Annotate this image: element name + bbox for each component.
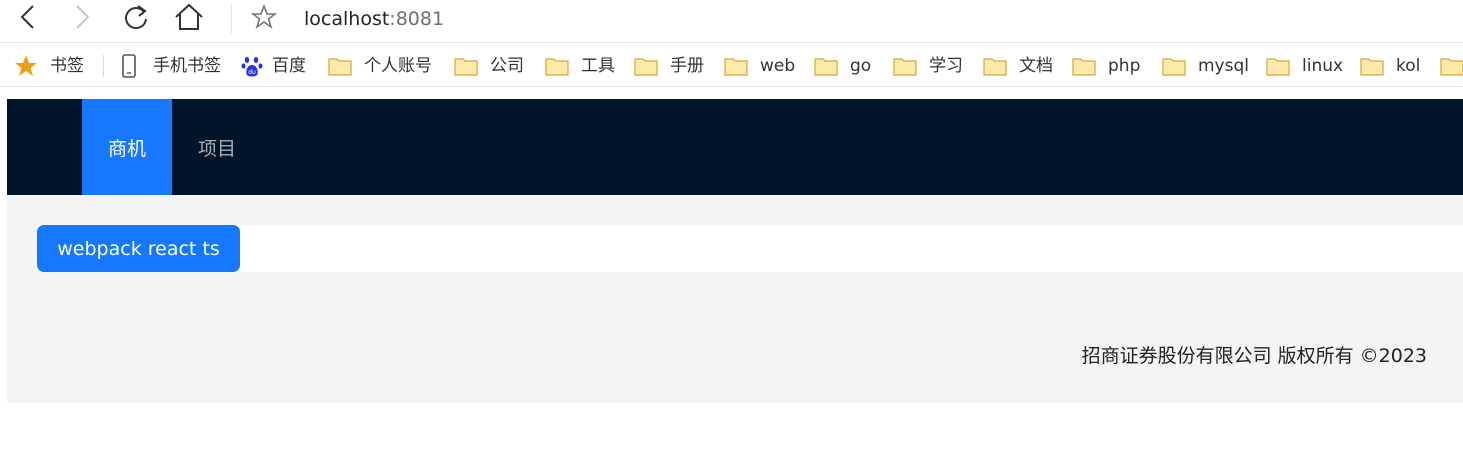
app-header: 商机 项目 xyxy=(7,99,1463,195)
bookmark-label: 个人账号 xyxy=(364,55,432,76)
bookmark-label: linux xyxy=(1302,55,1344,76)
bookmark-label: 手机书签 xyxy=(153,55,221,76)
tab-strip: webpack react ts xyxy=(37,225,1463,272)
bookmark-label: mysql xyxy=(1198,55,1249,76)
url-port: :8081 xyxy=(389,8,445,30)
folder-icon xyxy=(724,55,748,77)
copyright-footer: 招商证券股份有限公司 版权所有 ©2023 xyxy=(1081,345,1427,367)
reload-button[interactable] xyxy=(121,2,151,32)
folder-icon xyxy=(1072,55,1096,77)
bookmark-label: 学习 xyxy=(929,55,963,76)
bookmark-label: 文档 xyxy=(1019,55,1053,76)
folder-icon xyxy=(328,55,352,77)
url-host: localhost xyxy=(304,8,390,30)
back-button[interactable] xyxy=(13,2,43,32)
bookmark-label: 工具 xyxy=(581,55,615,76)
folder-icon xyxy=(1440,55,1463,77)
bookmarks-bar: 书签 手机书签 du 百度 个人账号 公司 工具 手册 web go 学习 文档… xyxy=(0,42,1463,87)
bookmark-label: 书签 xyxy=(50,55,84,76)
back-icon xyxy=(20,5,34,29)
home-button[interactable] xyxy=(174,2,204,32)
bookmark-folder-go[interactable]: go xyxy=(814,43,871,88)
bookmark-folder-mysql[interactable]: mysql xyxy=(1162,43,1249,88)
baidu-paw-icon: du xyxy=(240,55,264,77)
phone-icon xyxy=(117,53,141,78)
address-bar[interactable]: localhost:8081 xyxy=(304,6,444,32)
bookmark-folder-company[interactable]: 公司 xyxy=(454,43,524,88)
browser-toolbar: localhost:8081 xyxy=(0,0,1463,42)
bookmark-folder-kol[interactable]: kol xyxy=(1360,43,1420,88)
home-icon xyxy=(175,3,203,30)
forward-button[interactable] xyxy=(67,2,97,32)
bookmark-folder-web[interactable]: web xyxy=(724,43,795,88)
folder-icon xyxy=(1266,55,1290,77)
folder-icon xyxy=(545,55,569,77)
bookmark-label: php xyxy=(1108,55,1141,76)
reload-icon xyxy=(125,5,147,30)
bookmark-label: go xyxy=(850,55,872,76)
bookmark-star-button[interactable] xyxy=(249,2,279,32)
nav-label: 项目 xyxy=(197,137,236,160)
folder-icon xyxy=(893,55,917,77)
nav-label: 商机 xyxy=(107,137,146,160)
nav-item-project[interactable]: 项目 xyxy=(172,99,262,195)
bookmark-label: 百度 xyxy=(272,55,306,76)
app-content: webpack react ts 招商证券股份有限公司 版权所有 ©2023 xyxy=(7,195,1463,403)
bookmark-folder-personal[interactable]: 个人账号 xyxy=(328,43,432,88)
folder-icon xyxy=(983,55,1007,77)
folder-icon xyxy=(1360,55,1384,77)
bookmark-folder-overflow[interactable] xyxy=(1440,43,1463,88)
bookmark-item-baidu[interactable]: du 百度 xyxy=(240,43,306,88)
bookmark-folder-tools[interactable]: 工具 xyxy=(545,43,615,88)
folder-icon xyxy=(634,55,658,77)
bookmark-label: 手册 xyxy=(670,55,704,76)
bookmarks-separator xyxy=(103,55,104,77)
bookmark-folder-study[interactable]: 学习 xyxy=(893,43,963,88)
folder-icon xyxy=(1162,55,1186,77)
bookmark-label: web xyxy=(760,55,796,76)
toolbar-separator xyxy=(231,4,232,34)
bookmark-item-shuqian[interactable]: 书签 xyxy=(14,43,84,88)
bookmark-folder-docs[interactable]: 文档 xyxy=(983,43,1053,88)
bookmark-label: 公司 xyxy=(490,55,524,76)
svg-text:du: du xyxy=(248,69,256,76)
tab-webpack-react-ts[interactable]: webpack react ts xyxy=(37,225,240,272)
tab-label: webpack react ts xyxy=(57,237,220,260)
star-icon xyxy=(14,54,38,77)
folder-icon xyxy=(454,55,478,77)
bookmark-folder-linux[interactable]: linux xyxy=(1266,43,1343,88)
nav-item-opportunity[interactable]: 商机 xyxy=(82,99,172,195)
bookmark-folder-php[interactable]: php xyxy=(1072,43,1140,88)
star-outline-icon xyxy=(251,4,277,30)
bookmark-folder-manual[interactable]: 手册 xyxy=(634,43,704,88)
forward-icon xyxy=(76,5,90,29)
folder-icon xyxy=(814,55,838,77)
bookmark-label: kol xyxy=(1396,55,1421,76)
bookmark-item-mobile[interactable]: 手机书签 xyxy=(117,43,221,88)
